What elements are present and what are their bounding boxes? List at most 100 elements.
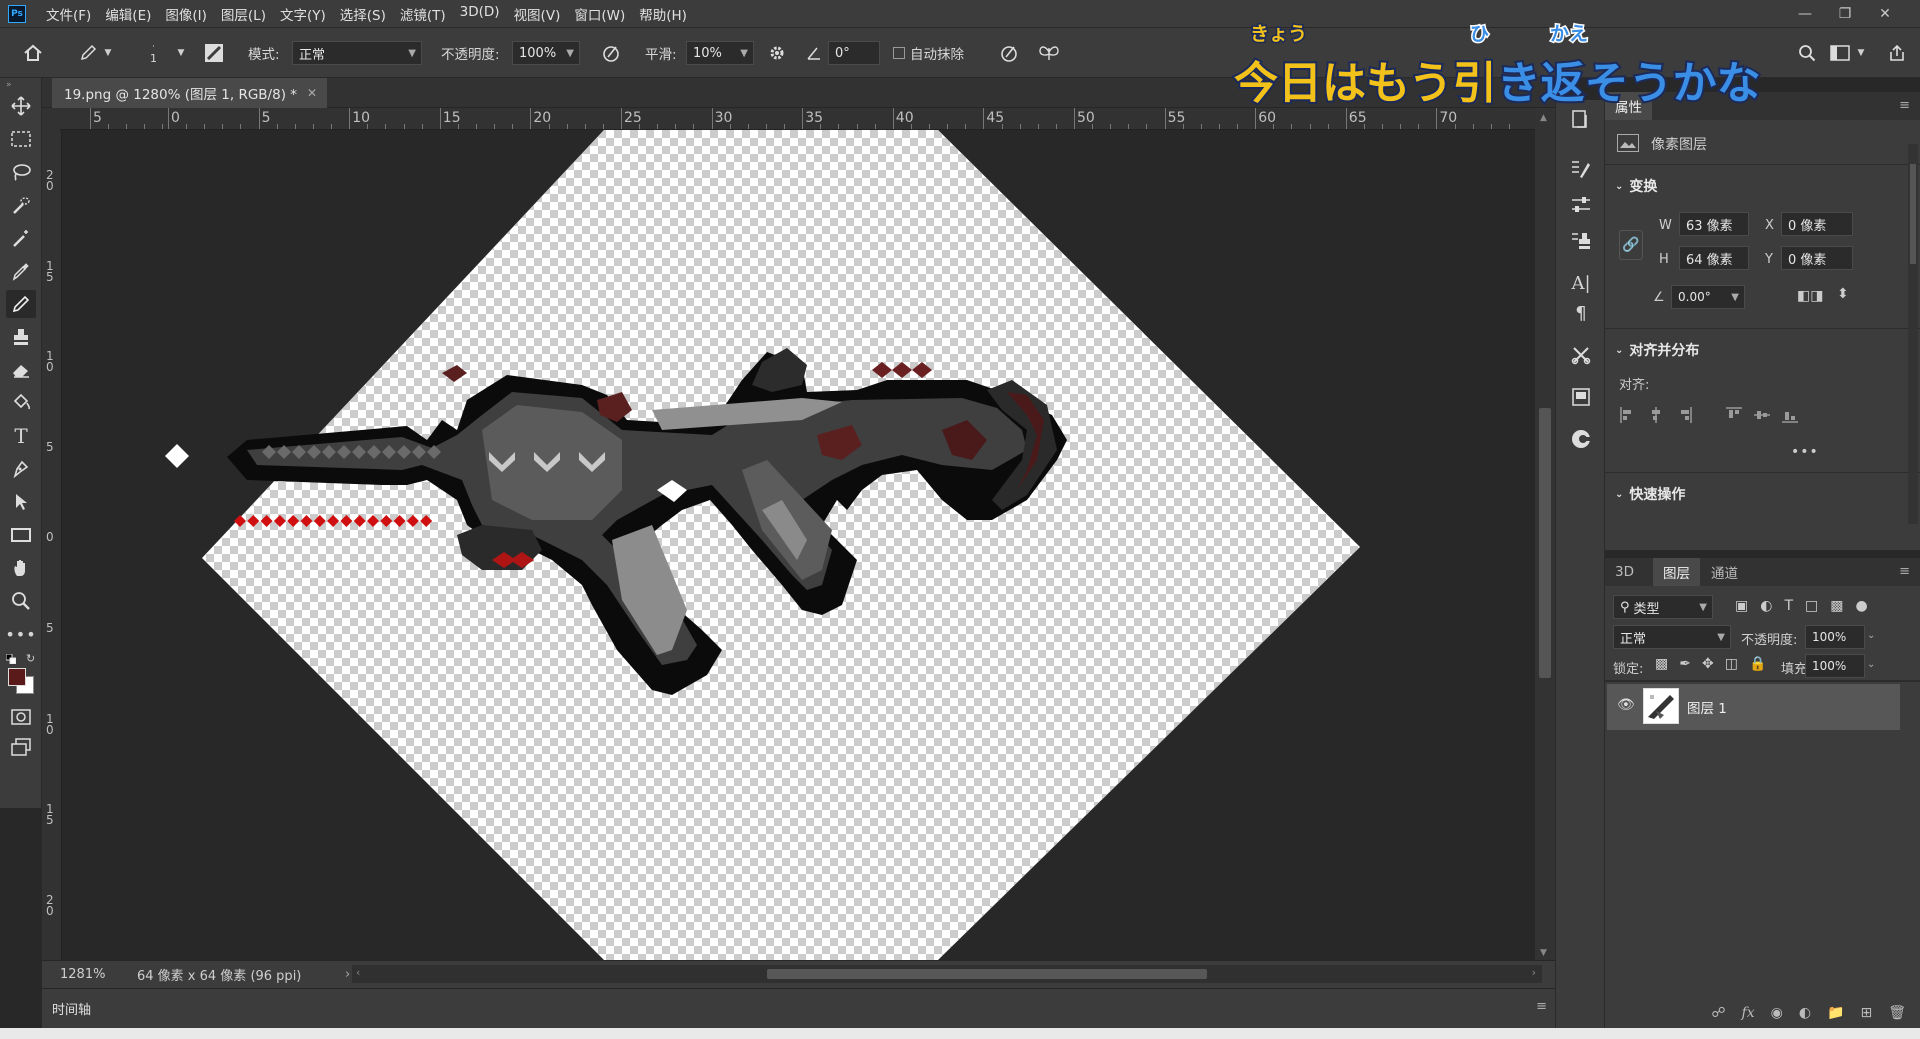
adjustment-filter-icon[interactable]: ◐ — [1760, 598, 1772, 614]
stamp-tool-icon[interactable] — [6, 323, 36, 351]
add-mask-icon[interactable]: ◉ — [1771, 1005, 1783, 1021]
width-field[interactable]: 63 像素 — [1679, 212, 1749, 236]
menu-item-5[interactable]: 选择(S) — [340, 4, 386, 24]
align-option-icon[interactable] — [1619, 406, 1637, 424]
screen-mode-icon[interactable] — [6, 733, 36, 761]
flip-vertical-icon[interactable]: ⬍ — [1837, 286, 1849, 302]
filter-toggle-icon[interactable]: ● — [1855, 598, 1867, 614]
link-dimensions-icon[interactable]: 🔗 — [1619, 230, 1643, 260]
paragraph-panel-icon[interactable]: ¶ — [1568, 300, 1594, 326]
lock-all-icon[interactable]: 🔒 — [1749, 656, 1766, 672]
layers-tab-1[interactable]: 图层 — [1653, 558, 1700, 586]
scroll-left-icon[interactable]: ‹ — [356, 966, 360, 979]
auto-erase-checkbox[interactable]: 自动抹除 — [893, 28, 964, 78]
panel-menu-icon[interactable]: ≡ — [1899, 98, 1910, 113]
menu-item-8[interactable]: 视图(V) — [514, 4, 561, 24]
pencil-tool-preset-icon[interactable] — [75, 41, 101, 65]
symmetry-butterfly-icon[interactable] — [1038, 42, 1060, 64]
horizontal-scrollbar[interactable]: ‹ › — [352, 965, 1542, 983]
delete-layer-icon[interactable]: 🗑 — [1888, 1005, 1906, 1021]
lock-position-icon[interactable]: ✥ — [1702, 656, 1714, 672]
y-field[interactable]: 0 像素 — [1781, 246, 1853, 270]
height-field[interactable]: 64 像素 — [1679, 246, 1749, 270]
swap-colors-icon[interactable]: ↻ — [26, 652, 35, 665]
align-option-icon[interactable] — [1675, 406, 1693, 424]
transform-section-header[interactable]: ⌄ 变换 — [1615, 176, 1657, 196]
align-option-icon[interactable] — [1781, 406, 1799, 424]
menu-item-6[interactable]: 滤镜(T) — [400, 4, 446, 24]
panel-menu-icon[interactable]: ≡ — [1899, 564, 1910, 579]
layer-filter-select[interactable]: ⚲ 类型 ▼ — [1613, 595, 1713, 619]
new-layer-icon[interactable]: ⊞ — [1860, 1005, 1872, 1021]
checkbox-box[interactable] — [893, 47, 905, 59]
menu-item-10[interactable]: 帮助(H) — [639, 4, 687, 24]
gear-icon[interactable] — [766, 42, 788, 64]
blend-mode-select[interactable]: 正常 ▼ — [1613, 625, 1731, 649]
chevron-down-icon[interactable]: ⌄ — [1867, 659, 1875, 670]
character-panel-icon[interactable]: A| — [1568, 270, 1594, 296]
document-tab[interactable]: 19.png @ 1280% (图层 1, RGB/8) * ✕ — [52, 78, 328, 108]
flip-horizontal-icon[interactable]: ◧◨ — [1797, 288, 1823, 304]
photoshop-logo-icon[interactable]: Ps — [8, 4, 26, 23]
mode-select[interactable]: 正常 ▼ — [292, 41, 422, 65]
foreground-color-swatch[interactable] — [8, 668, 26, 686]
vertical-ruler[interactable]: 20 15 10 5 0 5 10 15 20 — [42, 130, 62, 960]
layer-opacity-field[interactable]: 100% — [1805, 625, 1865, 649]
move-tool-icon[interactable] — [6, 92, 36, 120]
more-tools-icon[interactable]: ••• — [5, 620, 36, 648]
new-group-icon[interactable]: 📁 — [1827, 1005, 1844, 1021]
smooth-input[interactable]: 10% ▼ — [686, 41, 754, 65]
restore-button[interactable]: ❐ — [1825, 0, 1865, 28]
smart-object-filter-icon[interactable]: ▩ — [1830, 598, 1843, 614]
collapse-chevron-icon[interactable]: » — [6, 80, 12, 90]
zoom-level[interactable]: 1281% — [60, 967, 125, 982]
layer-style-fx-icon[interactable]: fx — [1742, 1005, 1755, 1021]
h-scrollbar-thumb[interactable] — [767, 969, 1207, 979]
panel-menu-icon[interactable]: ≡ — [1536, 999, 1547, 1014]
more-options-icon[interactable]: ••• — [1791, 444, 1819, 460]
shape-filter-icon[interactable]: □ — [1805, 598, 1818, 614]
menu-item-3[interactable]: 图层(L) — [221, 4, 266, 24]
menu-item-4[interactable]: 文字(Y) — [280, 4, 326, 24]
lock-artboard-icon[interactable]: ◫ — [1725, 656, 1738, 672]
menu-item-0[interactable]: 文件(F) — [46, 4, 91, 24]
lock-transparent-icon[interactable]: ▩ — [1655, 656, 1668, 672]
zoom-tool-icon[interactable] — [6, 587, 36, 615]
search-icon[interactable] — [1795, 41, 1819, 65]
align-option-icon[interactable] — [1725, 406, 1743, 424]
vertical-scrollbar[interactable]: ▲ ▼ — [1535, 108, 1555, 968]
align-option-icon[interactable] — [1753, 406, 1771, 424]
close-tab-icon[interactable]: ✕ — [307, 86, 317, 100]
clone-source-icon[interactable] — [1568, 228, 1594, 254]
quick-selection-tool-icon[interactable] — [6, 191, 36, 219]
status-expand-icon[interactable]: › — [345, 967, 350, 982]
chevron-down-icon[interactable]: ▼ — [1855, 46, 1867, 60]
rectangle-tool-icon[interactable] — [6, 521, 36, 549]
layer-thumbnail[interactable] — [1643, 688, 1679, 724]
properties-scrollbar[interactable] — [1908, 144, 1918, 524]
scrollbar-thumb[interactable] — [1910, 164, 1916, 264]
scroll-right-icon[interactable]: › — [1532, 966, 1536, 979]
eyedropper-tool-icon[interactable] — [6, 257, 36, 285]
link-layers-icon[interactable]: ☍ — [1711, 1005, 1725, 1021]
type-tool-icon[interactable]: T — [6, 422, 36, 450]
menu-item-9[interactable]: 窗口(W) — [574, 4, 625, 24]
scroll-down-icon[interactable]: ▼ — [1540, 948, 1547, 958]
pencil-tool-icon[interactable] — [6, 290, 36, 318]
workspace-icon[interactable] — [1828, 41, 1852, 65]
layer-name[interactable]: 图层 1 — [1687, 697, 1727, 717]
layers-tab-2[interactable]: 通道 — [1701, 558, 1748, 586]
chevron-down-icon[interactable]: ▼ — [175, 46, 187, 60]
share-icon[interactable] — [1885, 41, 1909, 65]
image-filter-icon[interactable]: ▣ — [1735, 598, 1748, 614]
pressure-size-icon[interactable] — [998, 42, 1020, 64]
scroll-up-icon[interactable]: ▲ — [1540, 113, 1547, 123]
quick-mask-icon[interactable] — [6, 703, 36, 731]
menu-item-7[interactable]: 3D(D) — [460, 4, 500, 24]
lock-pixels-icon[interactable]: ✒ — [1679, 656, 1691, 672]
artboard-icon[interactable] — [1568, 384, 1594, 410]
pen-tool-icon[interactable] — [6, 455, 36, 483]
hand-tool-icon[interactable] — [6, 554, 36, 582]
menu-item-1[interactable]: 编辑(E) — [105, 4, 151, 24]
layers-tab-0[interactable]: 3D — [1605, 558, 1644, 586]
